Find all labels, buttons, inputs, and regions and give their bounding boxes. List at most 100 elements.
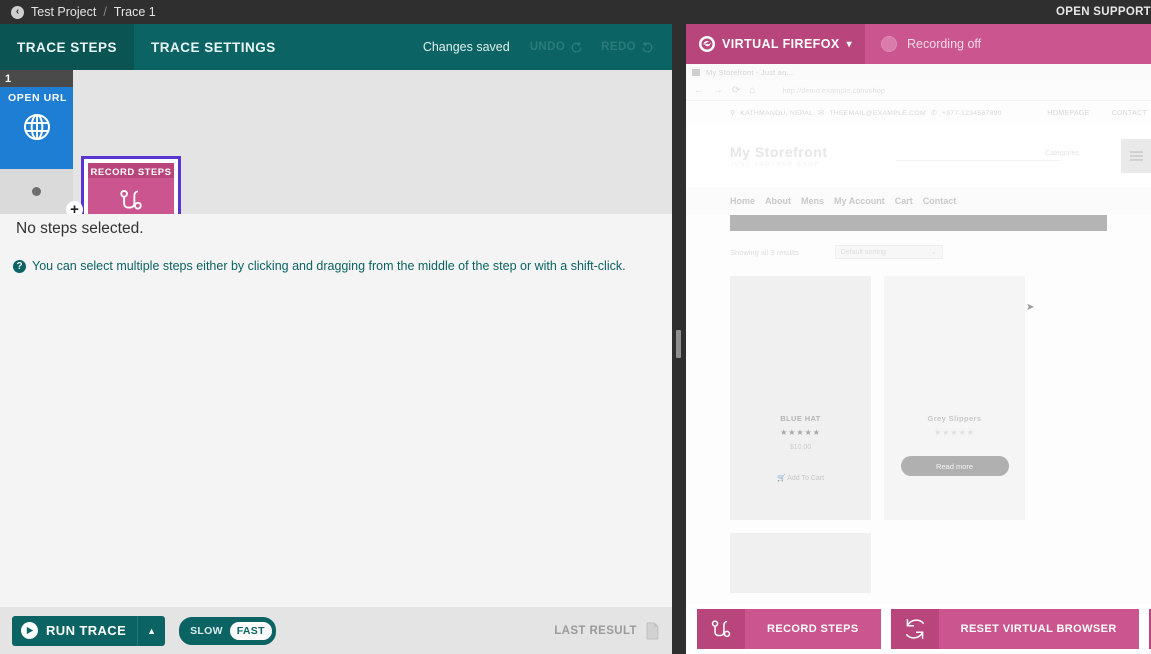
product-price: $10.00 — [730, 444, 871, 451]
product-read-more-button[interactable]: Read more — [901, 456, 1009, 476]
virtual-browser-footer: RECORD STEPS RESET VIRTUAL BROWSER — [686, 604, 1151, 654]
open-support-link[interactable]: OPEN SUPPORT — [1056, 0, 1151, 24]
record-steps-button[interactable]: RECORD STEPS — [697, 609, 881, 649]
undo-label: UNDO — [530, 41, 565, 53]
chevron-down-icon: ⌄ — [931, 248, 937, 256]
question-icon: ? — [13, 260, 26, 273]
firefox-icon — [699, 36, 715, 52]
recording-dot-icon — [881, 36, 897, 52]
hamburger-menu-icon — [1130, 151, 1143, 161]
shop-nav-home[interactable]: Home — [730, 196, 755, 206]
browser-tab-title[interactable]: My Storefront - Just an... — [706, 68, 793, 77]
run-trace-label: RUN TRACE — [46, 623, 126, 638]
reset-virtual-browser-button[interactable]: RESET VIRTUAL BROWSER — [891, 609, 1139, 649]
record-steps-tile-label: RECORD STEPS — [88, 163, 174, 178]
left-bottom-bar: RUN TRACE ▲ SLOW FAST LAST RESULT — [0, 607, 672, 654]
redo-arrow-icon — [641, 41, 654, 54]
panel-divider[interactable] — [672, 24, 686, 654]
shop-sort-value: Default sorting — [841, 249, 886, 256]
shop-product-grid: BLUE HAT ★★★★★ $10.00 🛒 Add To Cart Grey… — [686, 273, 1151, 520]
reload-icon[interactable]: ⟳ — [732, 85, 740, 96]
shop-top-links: HOMEPAGE CONTACT — [1047, 110, 1151, 117]
shop-brand-tagline: JUST ANOTHER SHOP — [730, 162, 828, 168]
panel-divider-handle[interactable] — [676, 330, 681, 358]
shop-nav-my-account[interactable]: My Account — [834, 196, 885, 206]
shop-product-grid-row2 — [686, 520, 1151, 593]
shop-nav: Home About Mens My Account Cart Contact — [686, 187, 1151, 215]
undo-button[interactable]: UNDO — [530, 41, 583, 54]
shop-link-homepage[interactable]: HOMEPAGE — [1047, 110, 1089, 117]
left-body: No steps selected. ? You can select mult… — [0, 214, 672, 607]
embedded-browser-viewport[interactable]: My Storefront - Just an... ← → ⟳ ⌂ http:… — [686, 64, 1151, 604]
shop-phone: +977-1234567890 — [942, 110, 1002, 117]
redo-button[interactable]: REDO — [601, 41, 654, 54]
tabbar-actions: Changes saved UNDO REDO — [423, 24, 672, 70]
shop-search-input[interactable] — [896, 147, 1061, 161]
speed-toggle[interactable]: SLOW FAST — [179, 617, 276, 645]
product-card[interactable]: Grey Slippers ★★★★★ Read more — [884, 276, 1025, 520]
last-result-label: LAST RESULT — [554, 625, 637, 637]
product-card[interactable]: BLUE HAT ★★★★★ $10.00 🛒 Add To Cart — [730, 276, 871, 520]
recording-status-label: Recording off — [907, 37, 981, 51]
shop-menu-button[interactable] — [1121, 139, 1151, 173]
shop-results-count: Showing all 3 results — [730, 248, 799, 257]
shop-results-row: Showing all 3 results Default sorting ⌄ — [686, 231, 1151, 273]
shop-categories-label[interactable]: Categories — [1045, 150, 1079, 157]
shop-nav-mens[interactable]: Mens — [801, 196, 824, 206]
virtual-firefox-selector[interactable]: VIRTUAL FIREFOX ▾ — [686, 24, 865, 64]
mail-icon: ✉ — [818, 109, 824, 117]
forward-icon[interactable]: → — [713, 85, 723, 96]
product-title: Grey Slippers — [884, 414, 1025, 423]
shop-hero-banner — [730, 215, 1107, 231]
shop-nav-about[interactable]: About — [765, 196, 791, 206]
tab-trace-steps[interactable]: TRACE STEPS — [0, 24, 134, 70]
undo-arrow-icon — [570, 41, 583, 54]
back-arrow-icon[interactable]: ‹ — [11, 6, 24, 19]
virtual-browser-panel: VIRTUAL FIREFOX ▾ Recording off My Store… — [686, 24, 1151, 654]
shop-nav-cart[interactable]: Cart — [895, 196, 913, 206]
step-card-label: OPEN URL — [0, 87, 73, 104]
speed-fast-label[interactable]: FAST — [230, 622, 272, 640]
record-steps-icon — [88, 185, 174, 214]
virtual-browser-header: VIRTUAL FIREFOX ▾ Recording off — [686, 24, 1151, 64]
add-step-button[interactable]: + — [66, 201, 83, 214]
browser-url-bar[interactable]: http://demo.example.com/shop — [782, 86, 885, 95]
shop-logo[interactable]: My Storefront JUST ANOTHER SHOP — [686, 144, 828, 168]
step-card-open-url[interactable]: OPEN URL — [0, 87, 73, 169]
run-trace-caret-icon[interactable]: ▲ — [137, 616, 165, 646]
back-icon[interactable]: ← — [694, 85, 704, 96]
shop-nav-contact[interactable]: Contact — [923, 196, 957, 206]
shop-contact-info: ⚲ KATHMANDU, NEPAL ✉ THEEMAIL@EXAMPLE.CO… — [686, 109, 1002, 117]
home-icon[interactable]: ⌂ — [749, 85, 755, 96]
record-steps-tile[interactable]: RECORD STEPS — [81, 156, 181, 214]
globe-icon — [0, 111, 73, 143]
step-handle-dot[interactable] — [32, 187, 41, 196]
breadcrumb-separator: / — [103, 5, 106, 19]
reset-refresh-icon — [891, 609, 939, 649]
last-result-button[interactable]: LAST RESULT — [554, 622, 660, 640]
location-pin-icon: ⚲ — [730, 109, 735, 117]
breadcrumb-trace[interactable]: Trace 1 — [114, 5, 156, 19]
reset-virtual-browser-button-label: RESET VIRTUAL BROWSER — [939, 609, 1139, 649]
shop-address: KATHMANDU, NEPAL — [740, 110, 813, 117]
top-bar: ‹ Test Project / Trace 1 OPEN SUPPORT — [0, 0, 1151, 24]
mouse-cursor-icon: ➤ — [1026, 302, 1034, 313]
speed-slow-label[interactable]: SLOW — [183, 625, 230, 637]
run-trace-button[interactable]: RUN TRACE ▲ — [12, 616, 165, 646]
product-rating-stars: ★★★★★ — [884, 428, 1025, 437]
virtual-firefox-label: VIRTUAL FIREFOX — [722, 37, 840, 51]
product-add-to-cart[interactable]: 🛒 Add To Cart — [730, 474, 871, 482]
shop-link-contact[interactable]: CONTACT — [1112, 110, 1147, 117]
browser-tabstrip[interactable]: My Storefront - Just an... — [686, 64, 1151, 80]
step-column-1[interactable]: 1 OPEN URL — [0, 70, 73, 214]
record-steps-button-label: RECORD STEPS — [745, 609, 881, 649]
play-icon — [21, 622, 38, 639]
shop-email: THEEMAIL@EXAMPLE.COM — [829, 110, 926, 117]
chevron-down-icon: ▾ — [847, 39, 852, 50]
breadcrumb-project[interactable]: Test Project — [31, 5, 96, 19]
step-footer[interactable] — [0, 169, 73, 214]
recording-status[interactable]: Recording off — [865, 24, 997, 64]
shop-sort-select[interactable]: Default sorting ⌄ — [835, 245, 943, 259]
product-card[interactable] — [730, 533, 871, 593]
tab-trace-settings[interactable]: TRACE SETTINGS — [134, 24, 293, 70]
